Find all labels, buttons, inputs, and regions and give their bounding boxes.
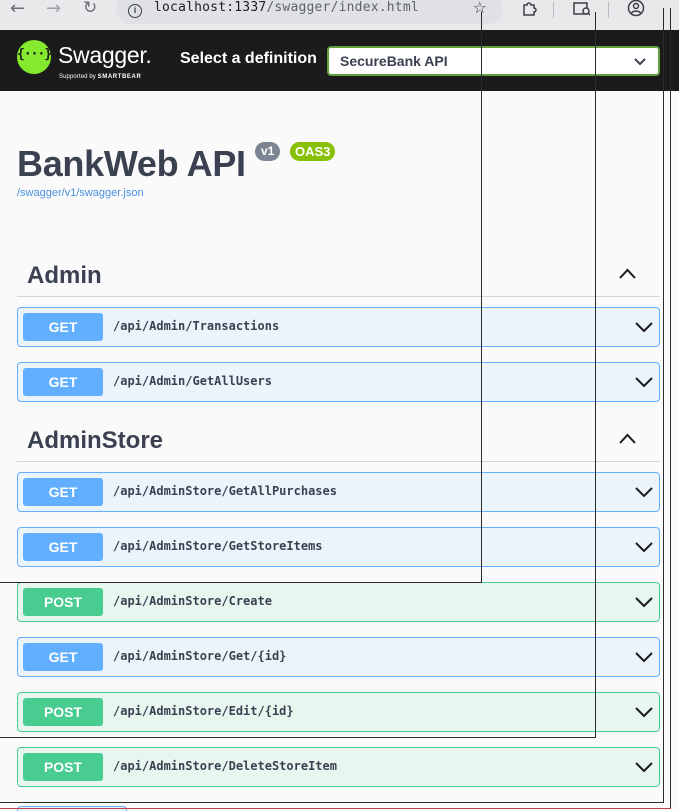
method-badge: GET: [23, 643, 103, 671]
operation-post-adminstore-deletestoreitem[interactable]: POST /api/AdminStore/DeleteStoreItem: [17, 747, 660, 787]
account-icon[interactable]: [627, 0, 645, 22]
operation-partial-next[interactable]: [17, 806, 127, 811]
chevron-down-icon[interactable]: [635, 322, 653, 333]
chevron-down-icon[interactable]: [635, 487, 653, 498]
chevron-down-icon[interactable]: [635, 377, 653, 388]
operation-get-adminstore-getallpurchases[interactable]: GET /api/AdminStore/GetAllPurchases: [17, 472, 660, 512]
swagger-logo-subtitle: Supported by SMARTBEAR: [59, 74, 142, 80]
operation-get-adminstore-get-id[interactable]: GET /api/AdminStore/Get/{id}: [17, 637, 660, 677]
operation-post-adminstore-create[interactable]: POST /api/AdminStore/Create: [17, 582, 660, 622]
method-badge: POST: [23, 753, 103, 781]
api-title: BankWeb API: [17, 143, 246, 184]
method-badge: POST: [23, 698, 103, 726]
browser-toolbar: ← → ↻ i localhost:1337/swagger/index.htm…: [0, 0, 679, 30]
operation-get-admin-transactions[interactable]: GET /api/Admin/Transactions: [17, 307, 660, 347]
chevron-down-icon[interactable]: [635, 652, 653, 663]
operation-get-adminstore-getstoreitems[interactable]: GET /api/AdminStore/GetStoreItems: [17, 527, 660, 567]
operation-path: /api/Admin/Transactions: [113, 319, 280, 333]
url-text[interactable]: localhost:1337/swagger/index.html: [154, 0, 419, 15]
spec-json-link[interactable]: /swagger/v1/swagger.json: [17, 187, 144, 199]
definition-select-value: SecureBank API: [340, 53, 448, 69]
oas-badge: OAS3: [290, 142, 336, 161]
operation-path: /api/Admin/GetAllUsers: [113, 374, 272, 388]
chevron-down-icon[interactable]: [635, 542, 653, 553]
method-badge: GET: [23, 368, 103, 396]
sidebar-search-icon[interactable]: [572, 0, 592, 22]
operation-post-adminstore-edit-id[interactable]: POST /api/AdminStore/Edit/{id}: [17, 692, 660, 732]
swagger-logo-title[interactable]: Swagger.: [58, 42, 152, 69]
operation-path: /api/AdminStore/DeleteStoreItem: [113, 759, 337, 773]
swagger-topbar: {···} Swagger. Supported by SMARTBEAR Se…: [0, 30, 679, 91]
operation-path: /api/AdminStore/GetAllPurchases: [113, 484, 337, 498]
chevron-down-icon[interactable]: [635, 762, 653, 773]
chevron-down-icon[interactable]: [635, 597, 653, 608]
operation-get-admin-getallusers[interactable]: GET /api/Admin/GetAllUsers: [17, 362, 660, 402]
version-badge: v1: [255, 142, 281, 161]
operation-path: /api/AdminStore/Get/{id}: [113, 649, 287, 663]
operation-path: /api/AdminStore/GetStoreItems: [113, 539, 323, 553]
address-bar[interactable]: i localhost:1337/swagger/index.html ☆: [116, 0, 503, 24]
bookmark-star-icon[interactable]: ☆: [473, 0, 487, 17]
chevron-down-icon[interactable]: [635, 707, 653, 718]
tag-name: AdminStore: [27, 427, 164, 454]
extensions-icon[interactable]: [521, 0, 539, 22]
reload-icon[interactable]: ↻: [83, 0, 97, 23]
swagger-main: BankWeb API v1 OAS3 /swagger/v1/swagger.…: [0, 91, 679, 811]
tag-header-admin[interactable]: Admin: [17, 253, 660, 297]
site-info-icon[interactable]: i: [128, 4, 142, 18]
tag-name: Admin: [27, 262, 102, 289]
operation-path: /api/AdminStore/Edit/{id}: [113, 704, 294, 718]
back-arrow-icon[interactable]: ←: [10, 0, 25, 24]
method-badge: GET: [23, 533, 103, 561]
swagger-logo-glyph: {···}: [17, 47, 52, 62]
chevron-down-icon: [634, 58, 646, 66]
method-badge: GET: [23, 478, 103, 506]
select-definition-label: Select a definition: [180, 50, 317, 67]
method-badge: POST: [23, 588, 103, 616]
swagger-logo-icon[interactable]: {···}: [17, 40, 52, 74]
chevron-up-icon[interactable]: [619, 268, 636, 279]
toolbar-divider: [608, 2, 609, 18]
forward-arrow-icon[interactable]: →: [46, 0, 61, 24]
method-badge: GET: [23, 313, 103, 341]
toolbar-divider: [553, 2, 554, 18]
definition-select[interactable]: SecureBank API: [327, 46, 660, 76]
chevron-up-icon[interactable]: [619, 433, 636, 444]
operation-path: /api/AdminStore/Create: [113, 594, 272, 608]
tag-header-adminstore[interactable]: AdminStore: [17, 418, 660, 462]
